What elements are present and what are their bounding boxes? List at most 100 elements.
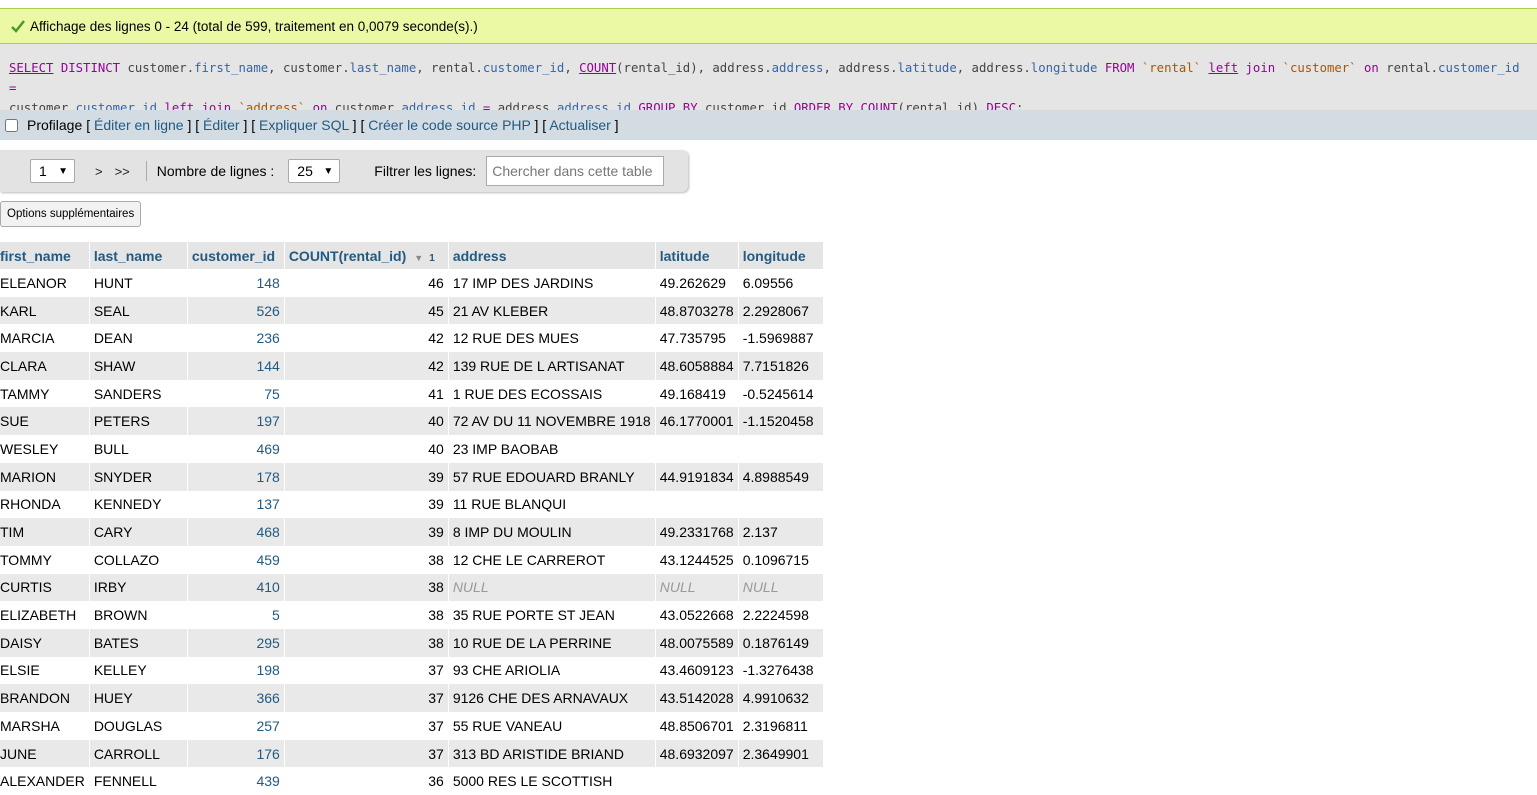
table-cell-customer-id[interactable]: 295: [187, 628, 285, 657]
table-cell-longitude[interactable]: 4.9910632: [738, 684, 824, 712]
table-cell-last-name[interactable]: KENNEDY: [89, 490, 188, 519]
table-cell-last-name[interactable]: BROWN: [89, 601, 188, 629]
table-cell-customer-id[interactable]: 176: [187, 739, 285, 768]
table-row[interactable]: ELSIE KELLEY 198 37 93 CHE ARIOLIA 43.4609123…: [0, 656, 824, 685]
table-row[interactable]: MARCIA DEAN 236 42 12 RUE DES MUES 47.735795-…: [0, 324, 824, 353]
table-cell-latitude[interactable]: [655, 767, 739, 795]
table-cell-longitude[interactable]: 2.3196811: [738, 712, 824, 740]
table-cell-customer-id[interactable]: 410: [187, 573, 285, 602]
table-cell-customer-id[interactable]: 366: [187, 684, 285, 712]
table-cell-longitude[interactable]: [738, 435, 824, 463]
table-cell-first-name[interactable]: CURTIS: [0, 573, 90, 602]
table-cell-first-name[interactable]: TAMMY: [0, 379, 90, 408]
table-cell-first-name[interactable]: ELSIE: [0, 656, 90, 685]
table-cell-count-rental-id[interactable]: 38: [284, 601, 449, 629]
table-cell-count-rental-id[interactable]: 41: [284, 379, 449, 408]
table-cell-last-name[interactable]: HUEY: [89, 684, 188, 712]
table-row[interactable]: TIM CARY 468 39 8 IMP DU MOULIN 49.2331768 2.1…: [0, 518, 824, 546]
table-cell-latitude[interactable]: 49.168419: [655, 379, 739, 408]
table-cell-last-name[interactable]: FENNELL: [89, 767, 188, 795]
table-cell-customer-id[interactable]: 468: [187, 518, 285, 546]
table-cell-last-name[interactable]: DEAN: [89, 324, 188, 353]
table-cell-latitude[interactable]: [655, 435, 739, 463]
table-cell-last-name[interactable]: SEAL: [89, 296, 188, 325]
table-cell-count-rental-id[interactable]: 37: [284, 739, 449, 768]
edit-link[interactable]: Éditer: [203, 117, 240, 133]
table-cell-address[interactable]: NULL: [448, 573, 656, 602]
table-cell-first-name[interactable]: ELIZABETH: [0, 601, 90, 629]
table-cell-last-name[interactable]: SHAW: [89, 352, 188, 380]
table-row[interactable]: MARION SNYDER 178 39 57 RUE EDOUARD BRANLY 44…: [0, 462, 824, 491]
table-cell-first-name[interactable]: TIM: [0, 518, 90, 546]
table-cell-address[interactable]: 313 BD ARISTIDE BRIAND: [448, 739, 656, 768]
table-row[interactable]: SUE PETERS 197 40 72 AV DU 11 NOVEMBRE 1918 4…: [0, 407, 824, 436]
table-cell-count-rental-id[interactable]: 40: [284, 407, 449, 436]
table-cell-first-name[interactable]: KARL: [0, 296, 90, 325]
table-cell-first-name[interactable]: DAISY: [0, 628, 90, 657]
table-row[interactable]: MARSHA DOUGLAS 257 37 55 RUE VANEAU 48.850670…: [0, 712, 824, 740]
col-header-last-name[interactable]: last_name: [89, 242, 188, 269]
table-cell-longitude[interactable]: 4.8988549: [738, 462, 824, 491]
table-cell-latitude[interactable]: 49.262629: [655, 269, 739, 297]
table-cell-count-rental-id[interactable]: 40: [284, 435, 449, 463]
table-cell-count-rental-id[interactable]: 45: [284, 296, 449, 325]
table-row[interactable]: KARL SEAL 526 45 21 AV KLEBER 48.8703278 2.292…: [0, 296, 824, 325]
col-header-latitude[interactable]: latitude: [655, 242, 739, 269]
table-cell-last-name[interactable]: DOUGLAS: [89, 712, 188, 740]
table-cell-latitude[interactable]: 44.9191834: [655, 462, 739, 491]
table-cell-longitude[interactable]: -1.1520458: [738, 407, 824, 436]
last-page-button[interactable]: >>: [109, 164, 136, 179]
table-cell-count-rental-id[interactable]: 39: [284, 462, 449, 491]
table-cell-count-rental-id[interactable]: 37: [284, 684, 449, 712]
table-cell-customer-id[interactable]: 526: [187, 296, 285, 325]
table-cell-latitude[interactable]: [655, 490, 739, 519]
table-row[interactable]: RHONDA KENNEDY 137 39 11 RUE BLANQUI: [0, 490, 824, 519]
table-cell-last-name[interactable]: KELLEY: [89, 656, 188, 685]
table-cell-customer-id[interactable]: 197: [187, 407, 285, 436]
table-cell-longitude[interactable]: 6.09556: [738, 269, 824, 297]
table-cell-longitude[interactable]: 7.7151826: [738, 352, 824, 380]
table-cell-count-rental-id[interactable]: 39: [284, 518, 449, 546]
table-cell-longitude[interactable]: 0.1096715: [738, 545, 824, 574]
table-cell-address[interactable]: 11 RUE BLANQUI: [448, 490, 656, 519]
table-cell-address[interactable]: 8 IMP DU MOULIN: [448, 518, 656, 546]
table-cell-first-name[interactable]: TOMMY: [0, 545, 90, 574]
table-cell-first-name[interactable]: SUE: [0, 407, 90, 436]
table-row[interactable]: TAMMY SANDERS 75 41 1 RUE DES ECOSSAIS 49.168…: [0, 379, 824, 408]
table-cell-longitude[interactable]: -0.5245614: [738, 379, 824, 408]
col-header-address[interactable]: address: [448, 242, 656, 269]
profiling-checkbox[interactable]: [5, 118, 18, 132]
table-cell-address[interactable]: 55 RUE VANEAU: [448, 712, 656, 740]
table-cell-customer-id[interactable]: 178: [187, 462, 285, 491]
table-cell-customer-id[interactable]: 257: [187, 712, 285, 740]
next-page-button[interactable]: >: [89, 164, 109, 179]
table-cell-address[interactable]: 57 RUE EDOUARD BRANLY: [448, 462, 656, 491]
table-cell-first-name[interactable]: ELEANOR: [0, 269, 90, 297]
table-cell-first-name[interactable]: CLARA: [0, 352, 90, 380]
table-cell-latitude[interactable]: 43.4609123: [655, 656, 739, 685]
table-row[interactable]: ALEXANDER FENNELL 439 36 5000 RES LE SCOTTIS…: [0, 767, 824, 795]
table-cell-address[interactable]: 23 IMP BAOBAB: [448, 435, 656, 463]
rows-count-select[interactable]: 25 ▼: [288, 159, 341, 183]
table-cell-address[interactable]: 5000 RES LE SCOTTISH: [448, 767, 656, 795]
table-row[interactable]: CLARA SHAW 144 42 139 RUE DE L ARTISANAT 48.6…: [0, 352, 824, 380]
table-cell-last-name[interactable]: SANDERS: [89, 379, 188, 408]
table-cell-count-rental-id[interactable]: 42: [284, 352, 449, 380]
table-cell-last-name[interactable]: PETERS: [89, 407, 188, 436]
table-cell-address[interactable]: 21 AV KLEBER: [448, 296, 656, 325]
table-cell-customer-id[interactable]: 459: [187, 545, 285, 574]
table-cell-last-name[interactable]: SNYDER: [89, 462, 188, 491]
table-cell-count-rental-id[interactable]: 38: [284, 545, 449, 574]
table-cell-count-rental-id[interactable]: 38: [284, 573, 449, 602]
refresh-link[interactable]: Actualiser: [549, 117, 610, 133]
table-cell-first-name[interactable]: MARION: [0, 462, 90, 491]
table-cell-count-rental-id[interactable]: 37: [284, 712, 449, 740]
table-cell-address[interactable]: 17 IMP DES JARDINS: [448, 269, 656, 297]
table-cell-latitude[interactable]: 43.1244525: [655, 545, 739, 574]
table-cell-address[interactable]: 1 RUE DES ECOSSAIS: [448, 379, 656, 408]
table-row[interactable]: CURTIS IRBY 410 38 NULL NULL NULL: [0, 573, 824, 602]
table-cell-latitude[interactable]: 43.5142028: [655, 684, 739, 712]
col-header-customer-id[interactable]: customer_id: [187, 242, 285, 269]
table-cell-address[interactable]: 93 CHE ARIOLIA: [448, 656, 656, 685]
table-cell-longitude[interactable]: 2.2224598: [738, 601, 824, 629]
